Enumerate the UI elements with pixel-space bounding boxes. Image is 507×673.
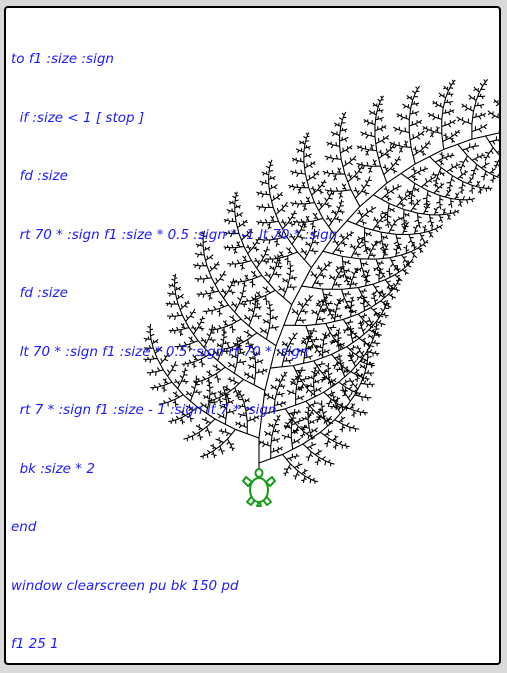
program-line: rt 70 * :sign f1 :size * 0.5 :sign * -1 …	[11, 226, 338, 243]
program-line: f1 25 1	[11, 636, 59, 652]
program-line: lt 70 * :sign f1 :size * 0.5 :sign rt 70…	[11, 343, 309, 360]
program-line: bk :size * 2	[11, 460, 95, 477]
program-line: fd :size	[11, 285, 68, 301]
program-line: to f1 :size :sign	[11, 51, 114, 67]
program-line: rt 7 * :sign f1 :size - 1 :sign lt 7 * :…	[11, 402, 277, 418]
logo-canvas-window: to f1 :size :sign if :size < 1 [ stop ] …	[4, 6, 501, 665]
program-line: fd :size	[11, 168, 68, 184]
program-line: end	[11, 519, 37, 535]
program-line: window clearscreen pu bk 150 pd	[11, 577, 239, 594]
logo-program-listing: to f1 :size :sign if :size < 1 [ stop ] …	[11, 11, 338, 663]
program-line: if :size < 1 [ stop ]	[11, 109, 145, 126]
